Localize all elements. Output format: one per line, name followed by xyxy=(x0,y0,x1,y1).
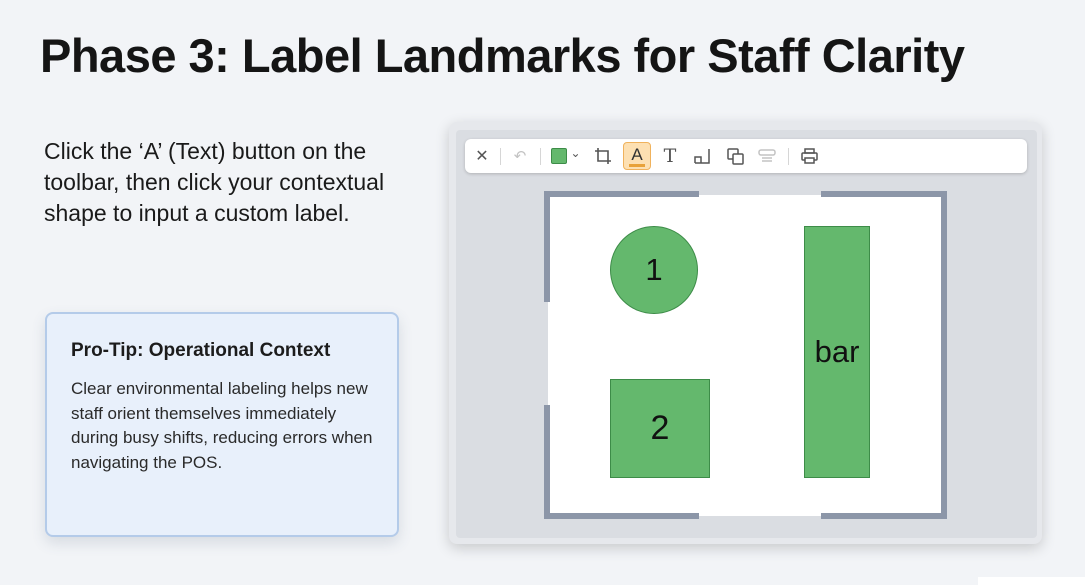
close-icon[interactable]: ✕ xyxy=(471,142,493,170)
square-shape-label: 2 xyxy=(650,409,670,447)
wall-bottom-right[interactable] xyxy=(821,513,947,519)
instruction-text: Click the ‘A’ (Text) button on the toolb… xyxy=(44,138,385,226)
print-icon[interactable] xyxy=(797,142,821,170)
pro-tip-card: Pro-Tip: Operational Context Clear envir… xyxy=(45,312,399,537)
undo-icon[interactable]: ↶ xyxy=(509,142,531,170)
square-shape[interactable]: 2 xyxy=(610,379,710,478)
floor-area[interactable] xyxy=(548,195,941,516)
text-highlight-button[interactable]: A xyxy=(623,142,651,170)
pro-tip-title: Pro-Tip: Operational Context xyxy=(71,340,331,361)
highlight-underline xyxy=(629,163,645,167)
page-title: Phase 3: Label Landmarks for Staff Clari… xyxy=(40,29,965,82)
toolbar-divider xyxy=(788,148,789,165)
chevron-down-icon: ⌄ xyxy=(570,146,581,160)
resize-icon[interactable] xyxy=(690,142,714,170)
circle-shape-label: 1 xyxy=(645,252,663,287)
wall-bottom-left[interactable] xyxy=(544,513,699,519)
wall-left-upper[interactable] xyxy=(544,191,550,302)
crop-icon[interactable] xyxy=(591,142,615,170)
fill-color-swatch xyxy=(551,148,568,164)
wall-top-right[interactable] xyxy=(821,191,947,197)
fill-color-button[interactable]: ⌄ xyxy=(549,142,583,170)
editor-toolbar: ✕ ↶ ⌄ A T xyxy=(465,139,1027,173)
wall-left-lower[interactable] xyxy=(544,405,550,519)
wall-right[interactable] xyxy=(941,191,947,519)
circle-shape[interactable]: 1 xyxy=(610,226,698,314)
corner-patch xyxy=(978,577,1085,585)
bar-shape-label: bar xyxy=(814,334,860,369)
wall-top-left[interactable] xyxy=(544,191,699,197)
duplicate-icon[interactable] xyxy=(723,142,747,170)
link-icon[interactable] xyxy=(755,142,779,170)
text-highlight-icon: A xyxy=(631,144,643,164)
text-tool-icon[interactable]: T xyxy=(658,142,682,170)
toolbar-divider xyxy=(540,148,541,165)
pro-tip-body: Clear environmental labeling helps new s… xyxy=(71,379,373,472)
toolbar-divider xyxy=(500,148,501,165)
bar-shape[interactable]: bar xyxy=(804,226,870,478)
